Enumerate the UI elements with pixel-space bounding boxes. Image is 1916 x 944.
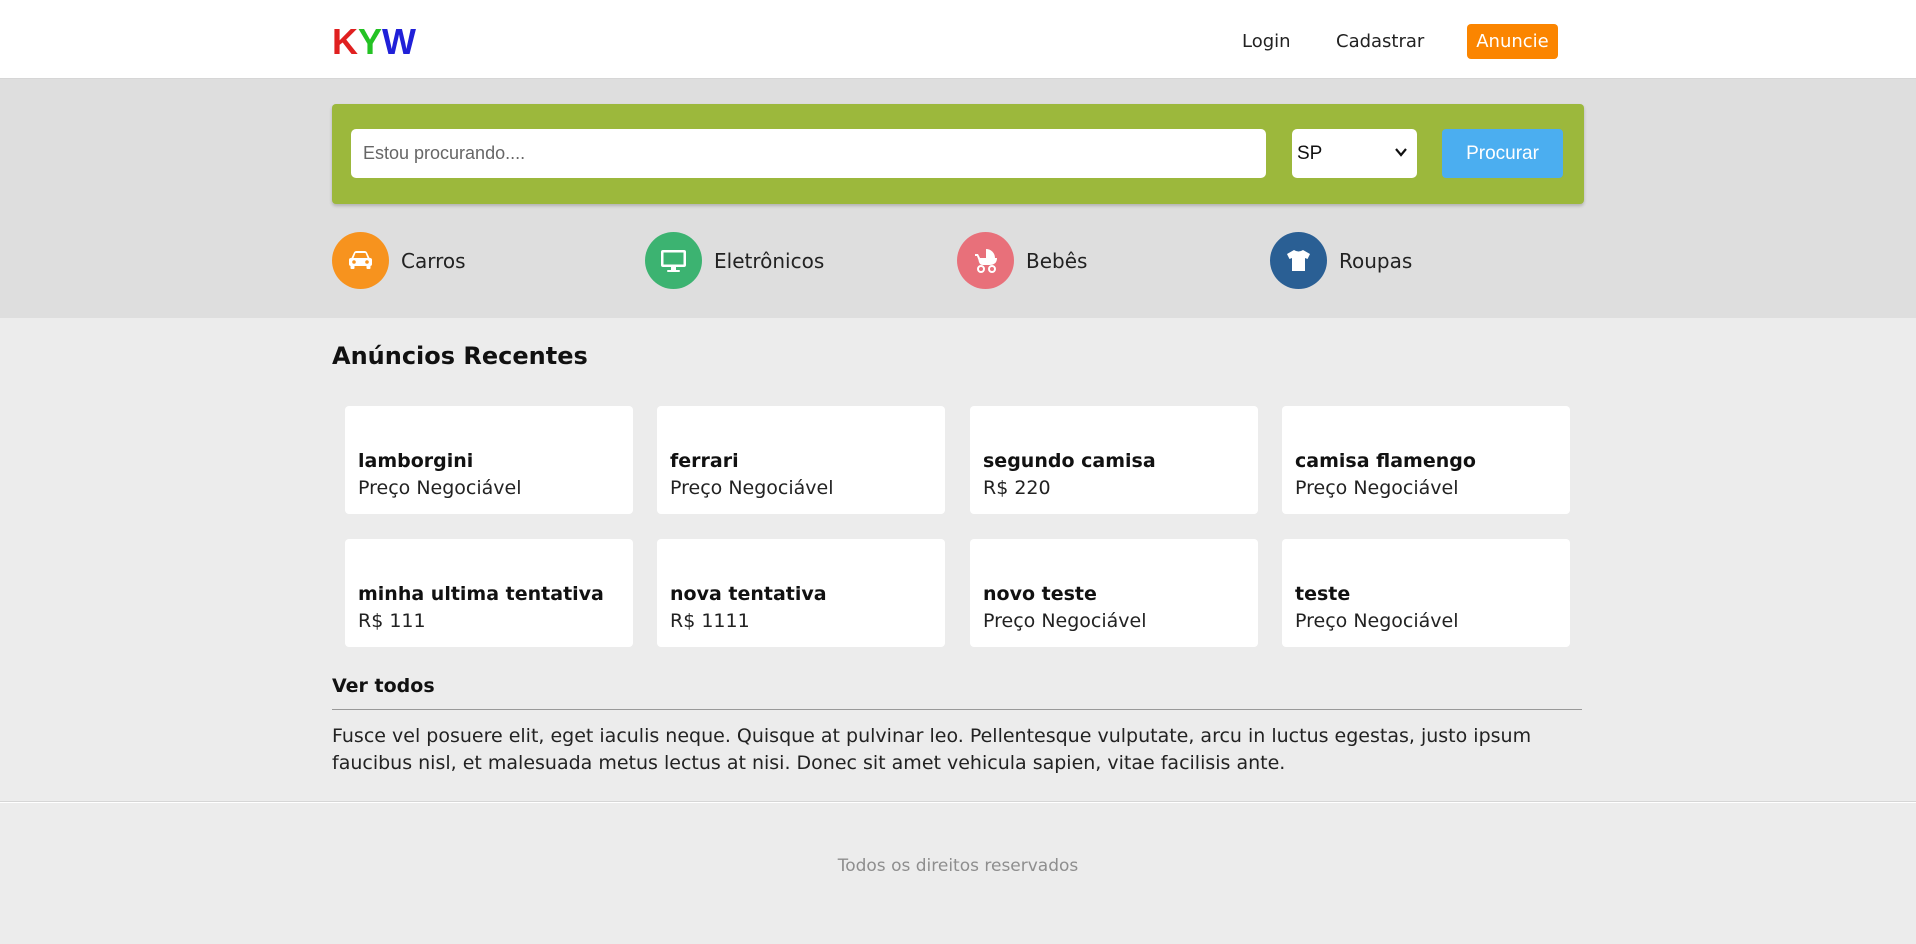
search-button[interactable]: Procurar (1442, 129, 1563, 178)
ad-title: camisa flamengo (1295, 450, 1476, 472)
ad-card[interactable]: novo teste Preço Negociável (970, 539, 1258, 647)
description-text: Fusce vel posuere elit, eget iaculis neq… (332, 725, 1532, 774)
ad-price: Preço Negociável (983, 610, 1147, 632)
recent-ads-title: Anúncios Recentes (332, 342, 588, 370)
ad-title: segundo camisa (983, 450, 1156, 472)
ad-price: R$ 220 (983, 477, 1051, 499)
ad-price: Preço Negociável (358, 477, 522, 499)
ad-title: novo teste (983, 583, 1097, 605)
search-box: SP Procurar (332, 104, 1584, 204)
advertise-button[interactable]: Anuncie (1467, 24, 1558, 59)
ad-card[interactable]: nova tentativa R$ 1111 (657, 539, 945, 647)
ad-price: R$ 1111 (670, 610, 750, 632)
ad-title: minha ultima tentativa (358, 583, 604, 605)
baby-stroller-icon (975, 249, 997, 273)
category-circle (957, 232, 1014, 289)
category-label: Eletrônicos (714, 249, 825, 273)
logo-letter-k: K (332, 21, 358, 62)
category-label: Bebês (1026, 249, 1088, 273)
site-footer: Todos os direitos reservados (0, 803, 1916, 944)
state-select-value: SP (1297, 143, 1323, 164)
site-header: KYW Login Cadastrar Anuncie (0, 0, 1916, 79)
logo-letter-y: Y (358, 21, 383, 62)
logo-letter-w: W (382, 21, 416, 62)
divider (332, 709, 1582, 710)
category-circle (1270, 232, 1327, 289)
car-icon (349, 251, 372, 269)
ad-title: lamborgini (358, 450, 474, 472)
category-label: Roupas (1339, 249, 1413, 273)
login-link[interactable]: Login (1242, 30, 1291, 54)
ad-card[interactable]: camisa flamengo Preço Negociável (1282, 406, 1570, 514)
tshirt-icon (1287, 250, 1310, 271)
search-input[interactable] (351, 129, 1266, 178)
ad-card[interactable]: segundo camisa R$ 220 (970, 406, 1258, 514)
logo[interactable]: KYW (332, 22, 416, 62)
ad-card[interactable]: lamborgini Preço Negociável (345, 406, 633, 514)
category-circle (332, 232, 389, 289)
ad-title: teste (1295, 583, 1351, 605)
header-container: KYW Login Cadastrar Anuncie (332, 0, 1584, 79)
category-label: Carros (401, 249, 466, 273)
ad-price: Preço Negociável (1295, 610, 1459, 632)
ad-price: Preço Negociável (670, 477, 834, 499)
ad-title: ferrari (670, 450, 739, 472)
ad-title: nova tentativa (670, 583, 827, 605)
ad-price: Preço Negociável (1295, 477, 1459, 499)
ad-card[interactable]: ferrari Preço Negociável (657, 406, 945, 514)
chevron-down-icon (1395, 148, 1407, 157)
monitor-icon (661, 250, 686, 272)
register-link[interactable]: Cadastrar (1336, 30, 1424, 54)
see-all-link[interactable]: Ver todos (332, 674, 435, 698)
ad-card[interactable]: teste Preço Negociável (1282, 539, 1570, 647)
ad-card[interactable]: minha ultima tentativa R$ 111 (345, 539, 633, 647)
footer-copyright: Todos os direitos reservados (837, 856, 1079, 876)
ad-price: R$ 111 (358, 610, 426, 632)
state-select[interactable]: SP (1292, 129, 1417, 178)
category-circle (645, 232, 702, 289)
category-list: Carros Eletrônicos Bebês Roupas (332, 232, 1584, 289)
